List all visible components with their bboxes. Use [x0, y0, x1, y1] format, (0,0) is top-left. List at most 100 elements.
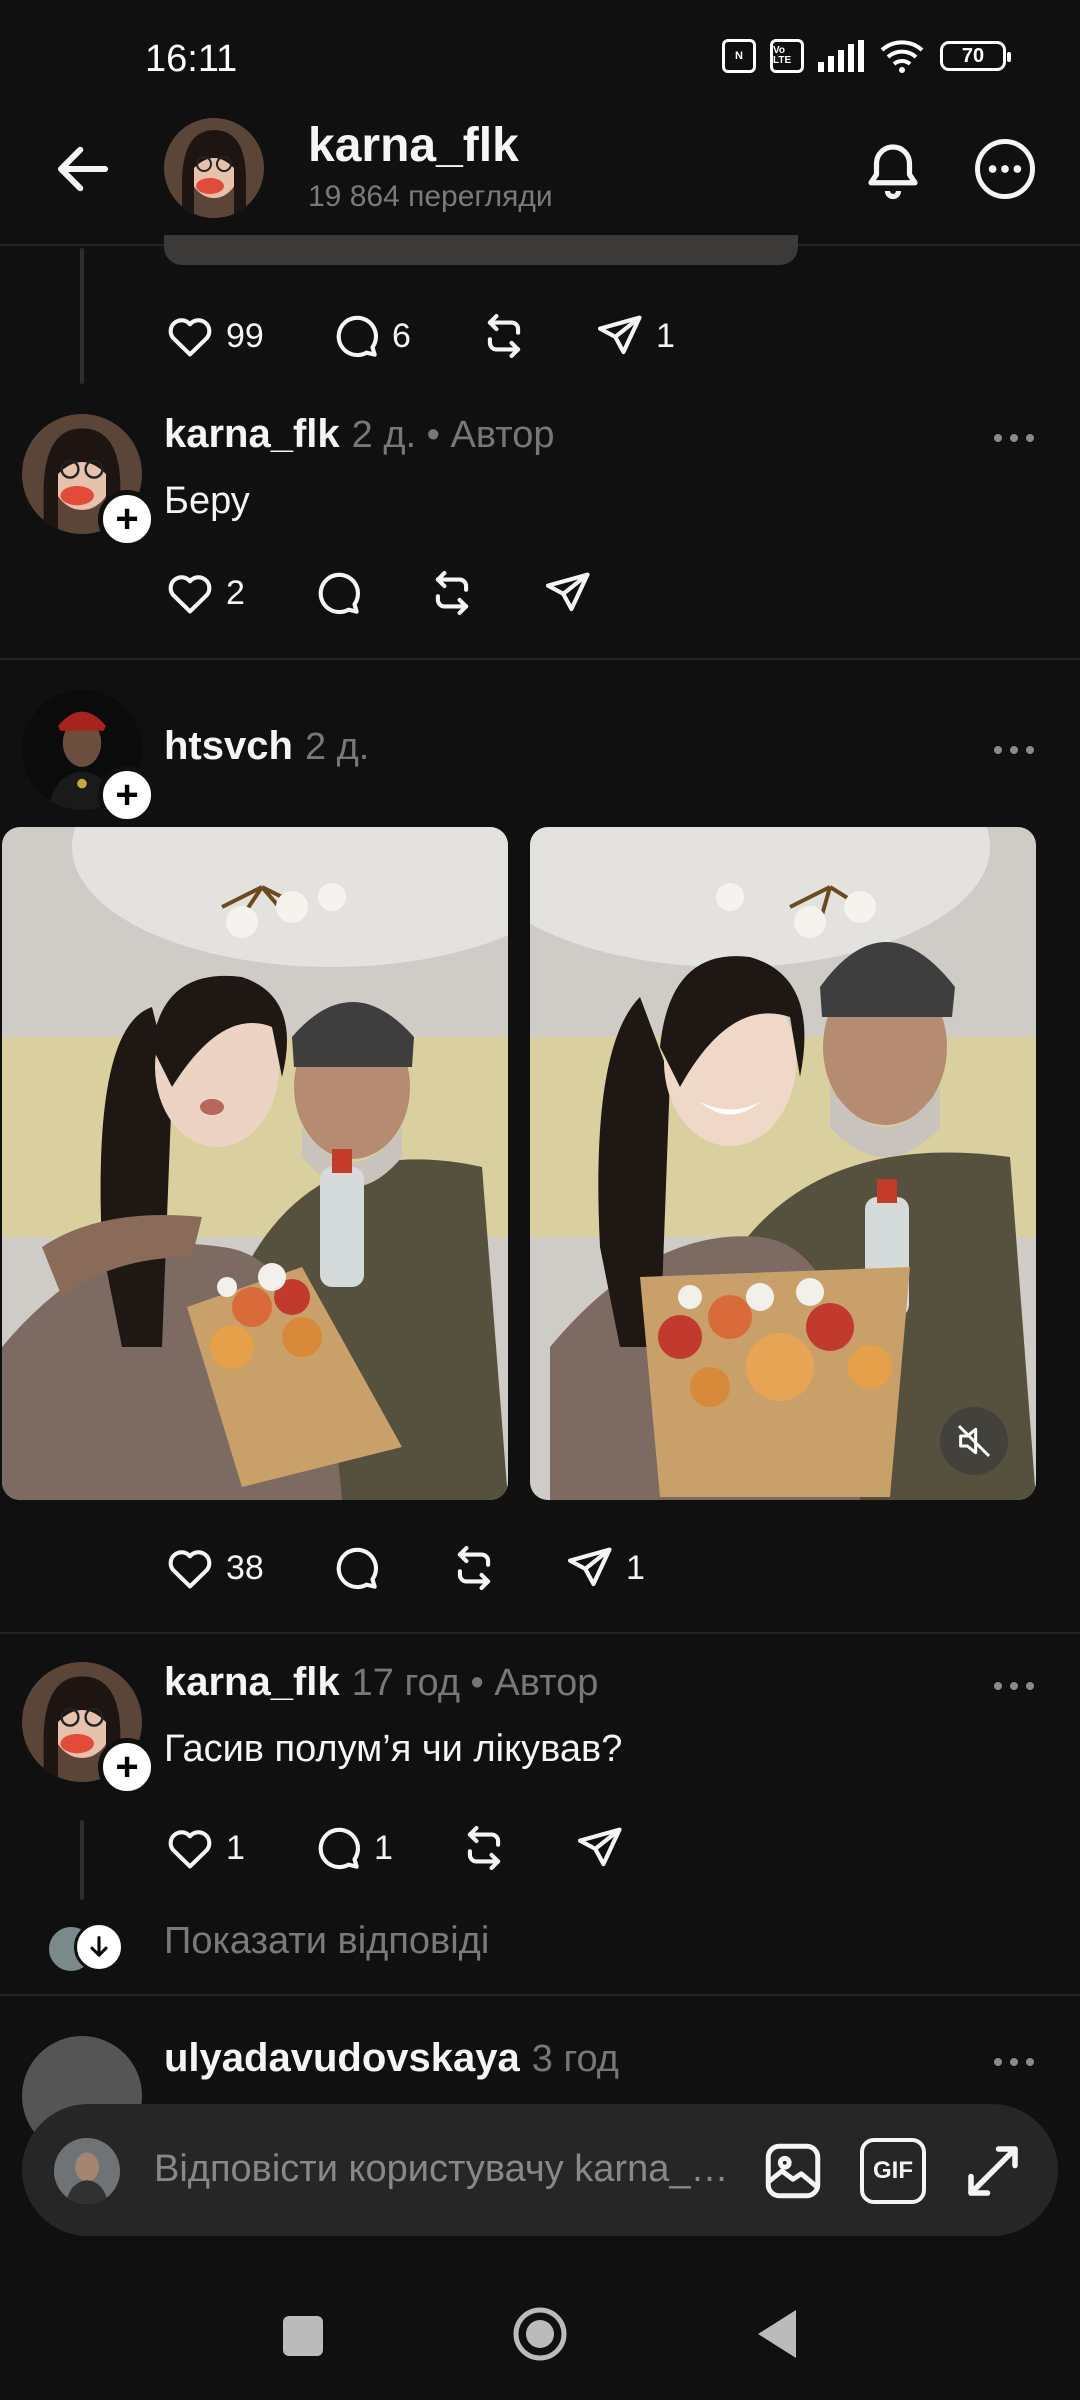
post-photo[interactable] [530, 827, 1036, 1500]
like-button[interactable]: 38 [164, 1538, 264, 1598]
system-back-button[interactable] [756, 2308, 798, 2360]
repost-button[interactable] [458, 1818, 510, 1878]
comment-button[interactable] [312, 563, 364, 623]
like-button[interactable]: 2 [164, 563, 245, 623]
home-button[interactable] [512, 2306, 568, 2362]
share-button[interactable]: 1 [594, 306, 675, 366]
post-text: Беру [164, 480, 250, 522]
share-icon [574, 1822, 626, 1874]
post-more-button[interactable] [984, 1676, 1044, 1696]
post-header: karna_flk 17 год • Автор [164, 1660, 598, 1705]
divider [0, 658, 1080, 660]
photo-image [530, 827, 1036, 1500]
share-icon [564, 1542, 616, 1594]
comment-count: 6 [392, 316, 411, 355]
post-header: ulyadavudovskaya 3 год [164, 2036, 619, 2081]
username[interactable]: ulyadavudovskaya [164, 2036, 520, 2081]
post-meta: 17 год • Автор [351, 1662, 599, 1704]
post-more-button[interactable] [984, 740, 1044, 760]
expand-icon [968, 2146, 1018, 2196]
view-count: 19 864 перегляди [308, 180, 553, 213]
triangle-back-icon [758, 2310, 796, 2358]
share-count: 1 [626, 1548, 645, 1587]
like-button[interactable]: 1 [164, 1818, 245, 1878]
share-button[interactable] [574, 1818, 626, 1878]
like-count: 99 [226, 316, 264, 355]
username[interactable]: karna_flk [164, 412, 340, 457]
home-circle-icon [513, 2307, 567, 2361]
follow-button[interactable]: + [98, 490, 156, 548]
repost-button[interactable] [426, 563, 478, 623]
post-more-button[interactable] [984, 2052, 1044, 2072]
comment-icon [312, 1822, 364, 1874]
arrow-down-icon [90, 1936, 108, 1957]
repost-icon [448, 1542, 500, 1594]
comment-icon [330, 1542, 382, 1594]
repost-icon [478, 310, 530, 362]
notifications-button[interactable] [860, 136, 926, 202]
repost-icon [426, 567, 478, 619]
image-icon [765, 2143, 821, 2199]
post-header: karna_flk 2 д. • Автор [164, 412, 554, 457]
signal-icon [818, 40, 864, 72]
nfc-icon: N [722, 39, 756, 73]
avatar-image [54, 2138, 120, 2204]
plus-icon: + [115, 1745, 139, 1789]
follow-button[interactable]: + [98, 1738, 156, 1796]
bell-icon [868, 144, 918, 200]
like-count: 38 [226, 1548, 264, 1587]
more-icon [975, 139, 1035, 199]
recents-button[interactable] [283, 2316, 323, 2356]
gif-icon: GIF [873, 2157, 913, 2184]
avatar-image [164, 118, 264, 218]
heart-icon [164, 1542, 216, 1594]
post-header: htsvch 2 д. [164, 724, 369, 769]
comment-count: 1 [374, 1828, 393, 1867]
follow-button[interactable]: + [98, 766, 156, 824]
divider [0, 1632, 1080, 1634]
reply-input[interactable]: Відповісти користувачу karna_flk… [154, 2148, 734, 2191]
back-button[interactable] [50, 136, 116, 202]
show-replies-link[interactable]: Показати відповіді [164, 1920, 489, 1963]
back-arrow-icon [57, 146, 109, 192]
share-count: 1 [656, 316, 675, 355]
repost-button[interactable] [478, 306, 530, 366]
post-meta: 2 д. • Автор [351, 414, 555, 456]
comment-button[interactable]: 6 [330, 306, 411, 366]
more-options-button[interactable] [972, 136, 1038, 202]
share-icon [594, 310, 646, 362]
post-media-partial[interactable] [164, 235, 798, 265]
heart-icon [164, 567, 216, 619]
post-meta: 2 д. [304, 726, 370, 768]
status-time: 16:11 [145, 38, 238, 80]
heart-icon [164, 1822, 216, 1874]
status-icons: N Vo LTE 70 [722, 38, 1011, 74]
expand-button[interactable] [960, 2138, 1026, 2204]
comment-icon [312, 567, 364, 619]
repost-button[interactable] [448, 1538, 500, 1598]
post-more-button[interactable] [984, 428, 1044, 448]
composer-avatar [54, 2138, 120, 2204]
page-title: karna_flk [308, 119, 519, 172]
comment-icon [330, 310, 382, 362]
like-button[interactable]: 99 [164, 306, 264, 366]
share-icon [542, 567, 594, 619]
comment-button[interactable]: 1 [312, 1818, 393, 1878]
post-photo[interactable] [2, 827, 508, 1500]
show-replies-button[interactable] [74, 1922, 124, 1972]
comment-button[interactable] [330, 1538, 382, 1598]
username[interactable]: karna_flk [164, 1660, 340, 1705]
repost-icon [458, 1822, 510, 1874]
divider [0, 1994, 1080, 1996]
share-button[interactable] [542, 563, 594, 623]
like-count: 1 [226, 1828, 245, 1867]
mute-icon [957, 1424, 991, 1458]
mute-button[interactable] [940, 1407, 1008, 1475]
header-avatar[interactable] [164, 118, 264, 218]
thread-line [80, 248, 84, 384]
gif-button[interactable]: GIF [860, 2138, 926, 2204]
username[interactable]: htsvch [164, 724, 293, 769]
share-button[interactable]: 1 [564, 1538, 645, 1598]
attach-image-button[interactable] [760, 2138, 826, 2204]
plus-icon: + [115, 497, 139, 541]
